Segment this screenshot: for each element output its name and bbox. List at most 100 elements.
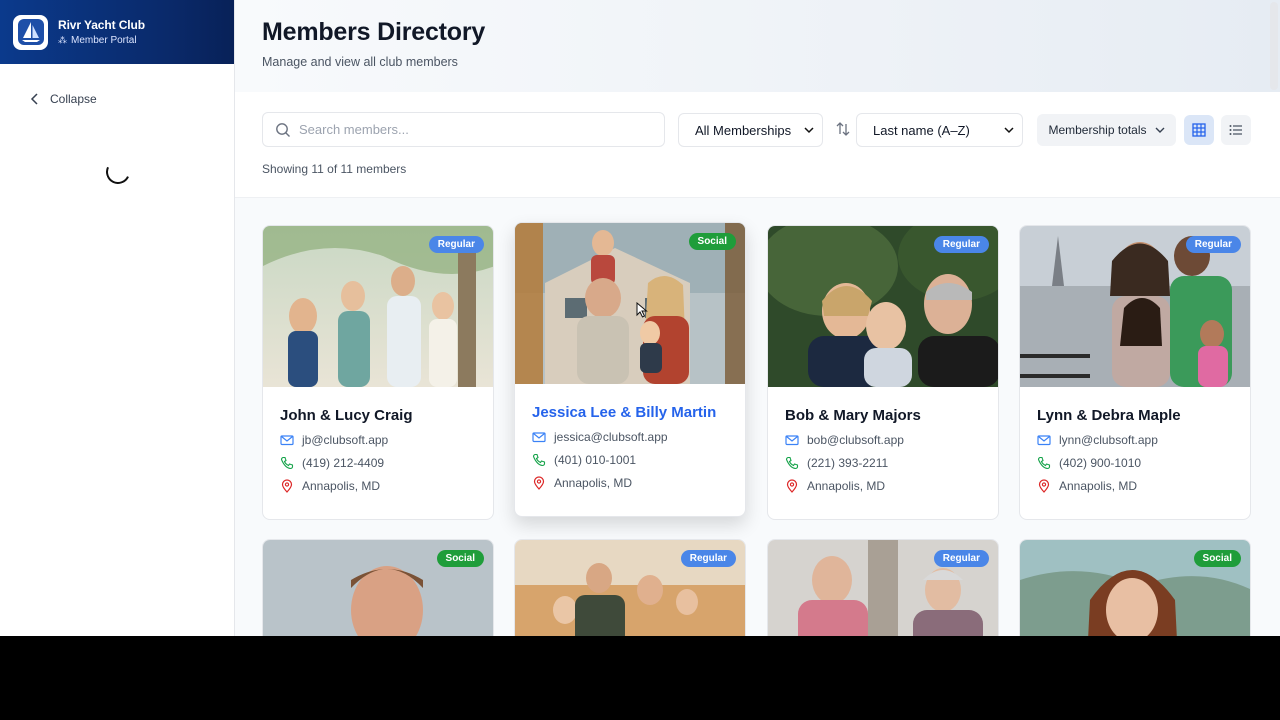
member-phone-row[interactable]: (419) 212-4409: [280, 456, 493, 470]
search-icon: [276, 122, 290, 137]
page-header: Members Directory Manage and view all cl…: [235, 0, 1280, 92]
mail-icon: [532, 432, 546, 443]
phone-icon: [785, 456, 799, 470]
mail-icon: [280, 435, 294, 446]
member-phone: (419) 212-4409: [302, 456, 385, 470]
sort-arrows-icon[interactable]: [835, 121, 851, 137]
member-email-row[interactable]: bob@clubsoft.app: [785, 433, 998, 447]
member-email: bob@clubsoft.app: [807, 433, 904, 447]
page-subtitle: Manage and view all club members: [262, 55, 458, 69]
phone-icon: [280, 456, 294, 470]
sparkle-icon: ⁂: [58, 35, 67, 45]
membership-filter-select[interactable]: All Memberships: [678, 113, 823, 147]
member-name[interactable]: Lynn & Debra Maple: [1037, 407, 1250, 424]
brand-title: Rivr Yacht Club: [58, 18, 145, 32]
membership-badge: Regular: [933, 236, 989, 253]
sailboat-logo-icon: [13, 14, 48, 50]
member-card[interactable]: Regular Bob & Mary Majors bob@clubsoft.a…: [767, 225, 999, 520]
member-email: lynn@clubsoft.app: [1059, 433, 1158, 447]
member-location-row: Annapolis, MD: [280, 479, 493, 493]
map-pin-icon: [281, 479, 293, 493]
sort-value: Last name (A–Z): [873, 122, 970, 138]
member-name[interactable]: Jessica Lee & Billy Martin: [532, 404, 745, 421]
sort-select[interactable]: Last name (A–Z): [856, 113, 1023, 147]
member-card[interactable]: Social: [262, 539, 494, 636]
member-phone-row[interactable]: (221) 393-2211: [785, 456, 998, 470]
membership-badge: Social: [436, 550, 484, 567]
list-icon: [1229, 125, 1242, 135]
map-pin-icon: [786, 479, 798, 493]
member-location-row: Annapolis, MD: [1037, 479, 1250, 493]
members-grid: Regular John & Lucy Craig jb@clubsoft.ap…: [235, 198, 1280, 636]
member-email-row[interactable]: jb@clubsoft.app: [280, 433, 493, 447]
member-card[interactable]: Regular: [514, 539, 746, 636]
results-count: Showing 11 of 11 members: [262, 162, 407, 176]
membership-totals-button[interactable]: Membership totals: [1037, 114, 1176, 146]
search-input[interactable]: [299, 122, 639, 137]
chevron-left-icon: [30, 93, 38, 105]
chevron-down-icon: [804, 127, 814, 134]
membership-badge: Social: [1193, 550, 1241, 567]
map-pin-icon: [1038, 479, 1050, 493]
list-view-button[interactable]: [1221, 115, 1251, 145]
member-card[interactable]: Regular: [767, 539, 999, 636]
toolbar: All Memberships Last name (A–Z) Membersh…: [235, 92, 1280, 198]
member-photo: Regular: [263, 226, 493, 387]
member-email-row[interactable]: lynn@clubsoft.app: [1037, 433, 1250, 447]
map-pin-icon: [533, 476, 545, 490]
sidebar: Rivr Yacht Club ⁂ Member Portal Collapse: [0, 0, 235, 636]
member-photo: Regular: [515, 540, 745, 636]
member-phone: (402) 900-1010: [1059, 456, 1142, 470]
member-card[interactable]: Regular John & Lucy Craig jb@clubsoft.ap…: [262, 225, 494, 520]
chevron-down-icon: [1004, 127, 1014, 134]
member-photo: Regular: [1020, 226, 1250, 387]
mail-icon: [1037, 435, 1051, 446]
member-card[interactable]: Social: [1019, 539, 1251, 636]
mail-icon: [785, 435, 799, 446]
mouse-cursor-icon: [636, 302, 648, 318]
brand-header[interactable]: Rivr Yacht Club ⁂ Member Portal: [0, 0, 234, 64]
member-photo: Social: [263, 540, 493, 636]
member-location: Annapolis, MD: [302, 479, 381, 493]
brand-subtitle: ⁂ Member Portal: [58, 35, 145, 46]
membership-badge: Regular: [1185, 236, 1241, 253]
member-photo: Regular: [768, 226, 998, 387]
member-email: jb@clubsoft.app: [302, 433, 389, 447]
member-photo: Regular: [768, 540, 998, 636]
page-title: Members Directory: [262, 18, 486, 46]
member-phone: (401) 010-1001: [554, 453, 637, 467]
member-location-row: Annapolis, MD: [785, 479, 998, 493]
membership-badge: Regular: [933, 550, 989, 567]
membership-badge: Social: [688, 233, 736, 250]
collapse-label: Collapse: [50, 92, 97, 106]
search-box[interactable]: [262, 112, 665, 147]
grid-icon: [1192, 123, 1206, 137]
membership-filter-value: All Memberships: [695, 122, 792, 138]
member-location: Annapolis, MD: [1059, 479, 1138, 493]
member-card[interactable]: Social Jessica Lee & Billy Martin jessic…: [514, 222, 746, 517]
membership-badge: Regular: [680, 550, 736, 567]
phone-icon: [1037, 456, 1051, 470]
member-phone: (221) 393-2211: [807, 456, 889, 470]
member-location: Annapolis, MD: [554, 476, 633, 490]
member-email: jessica@clubsoft.app: [554, 430, 668, 444]
member-phone-row[interactable]: (401) 010-1001: [532, 453, 745, 467]
member-email-row[interactable]: jessica@clubsoft.app: [532, 430, 745, 444]
scrollbar[interactable]: [1270, 2, 1278, 90]
chevron-down-icon: [1155, 127, 1165, 133]
collapse-button[interactable]: Collapse: [30, 92, 97, 106]
phone-icon: [532, 453, 546, 467]
member-location: Annapolis, MD: [807, 479, 886, 493]
membership-totals-label: Membership totals: [1048, 123, 1147, 137]
app-viewport: Rivr Yacht Club ⁂ Member Portal Collapse…: [0, 0, 1280, 636]
brand-subtitle-text: Member Portal: [71, 35, 137, 46]
grid-view-button[interactable]: [1184, 115, 1214, 145]
member-card[interactable]: Regular Lynn & Debra Maple lynn@clubsoft…: [1019, 225, 1251, 520]
member-name[interactable]: John & Lucy Craig: [280, 407, 493, 424]
member-phone-row[interactable]: (402) 900-1010: [1037, 456, 1250, 470]
member-photo: Social: [515, 223, 745, 384]
member-location-row: Annapolis, MD: [532, 476, 745, 490]
loading-spinner: [102, 156, 134, 188]
membership-badge: Regular: [428, 236, 484, 253]
member-name[interactable]: Bob & Mary Majors: [785, 407, 998, 424]
